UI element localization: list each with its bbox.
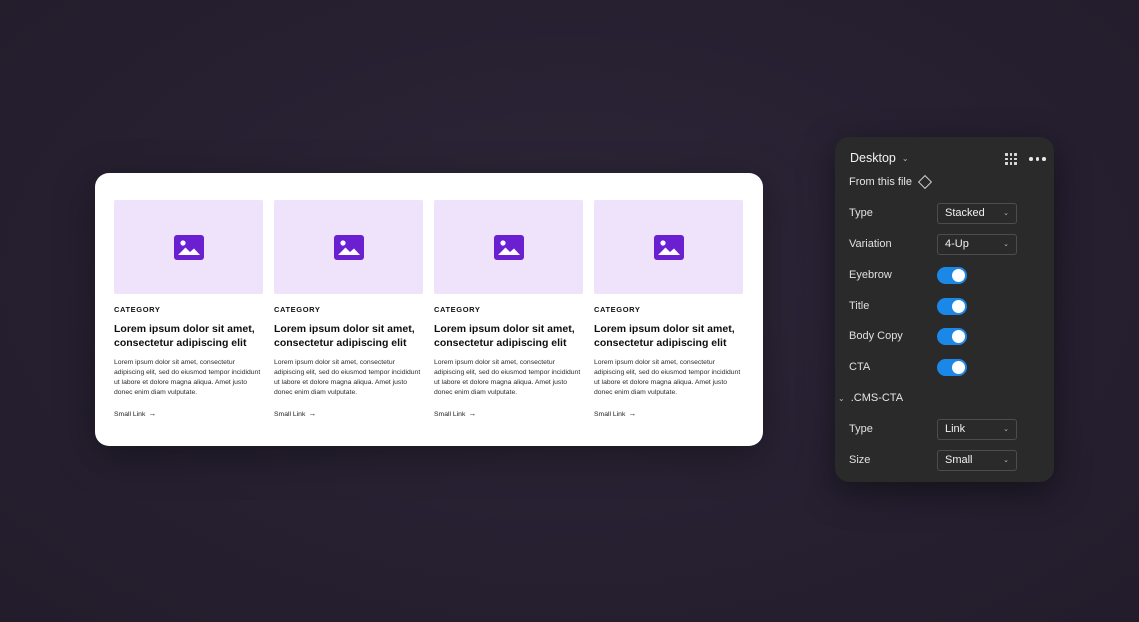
prop-row-cta: CTA xyxy=(849,356,1039,378)
select-value: Link xyxy=(945,423,966,435)
title-toggle[interactable] xyxy=(937,297,967,315)
card-body: Lorem ipsum dolor sit amet, consectetur … xyxy=(274,359,421,396)
prop-row-cta-type: Type Link ⌄ xyxy=(849,418,1039,440)
section-cms-cta[interactable]: ⌄ .CMS-CTA xyxy=(838,392,903,404)
variation-select[interactable]: 4-Up ⌄ xyxy=(937,233,1017,255)
prop-label: Size xyxy=(849,454,871,466)
card-title: Lorem ipsum dolor sit amet, consectetur … xyxy=(114,323,255,349)
prop-label: Title xyxy=(849,300,870,312)
chevron-down-icon: ⌄ xyxy=(1003,426,1009,433)
toggle-knob xyxy=(952,299,965,313)
card-link[interactable]: Small Link → xyxy=(434,410,583,418)
card-eyebrow: CATEGORY xyxy=(114,305,161,314)
card-body: Lorem ipsum dolor sit amet, consectetur … xyxy=(114,359,261,396)
toggle-knob xyxy=(952,329,965,343)
image-placeholder xyxy=(594,200,743,294)
panel-title: Desktop xyxy=(850,151,896,165)
card-link-label: Small Link xyxy=(114,410,146,418)
card-title: Lorem ipsum dolor sit amet, consectetur … xyxy=(274,323,415,349)
source-row[interactable]: From this file xyxy=(849,174,933,190)
chevron-down-icon: ⌄ xyxy=(1003,210,1009,217)
arrow-right-icon: → xyxy=(468,409,477,418)
image-placeholder xyxy=(434,200,583,294)
prop-label: Variation xyxy=(849,238,892,250)
card[interactable]: CATEGORY Lorem ipsum dolor sit amet, con… xyxy=(594,200,743,418)
cta-type-select[interactable]: Link ⌄ xyxy=(937,418,1017,440)
toggle-knob xyxy=(952,360,965,374)
chevron-down-icon: ⌄ xyxy=(1003,457,1009,464)
card-body: Lorem ipsum dolor sit amet, consectetur … xyxy=(594,359,741,396)
arrow-right-icon: → xyxy=(628,409,637,418)
cta-size-select[interactable]: Small ⌄ xyxy=(937,449,1017,471)
select-value: Small xyxy=(945,454,973,466)
card-title: Lorem ipsum dolor sit amet, consectetur … xyxy=(434,323,575,349)
prop-row-variation: Variation 4-Up ⌄ xyxy=(849,233,1039,255)
card-eyebrow: CATEGORY xyxy=(274,305,321,314)
card-link-label: Small Link xyxy=(434,410,466,418)
card-link[interactable]: Small Link → xyxy=(114,410,263,418)
properties-panel: Desktop ⌄ From this file Type Stacked ⌄ … xyxy=(835,137,1054,482)
source-label: From this file xyxy=(849,176,912,188)
prop-row-title: Title xyxy=(849,295,1039,317)
card[interactable]: CATEGORY Lorem ipsum dolor sit amet, con… xyxy=(114,200,263,418)
component-preview[interactable]: CATEGORY Lorem ipsum dolor sit amet, con… xyxy=(95,173,763,446)
card-link[interactable]: Small Link → xyxy=(594,410,743,418)
image-icon xyxy=(493,234,524,260)
prop-label: Body Copy xyxy=(849,330,903,342)
toggle-knob xyxy=(952,268,965,282)
chevron-down-icon: ⌄ xyxy=(1003,241,1009,248)
body-copy-toggle[interactable] xyxy=(937,327,967,345)
component-grid-icon[interactable] xyxy=(1005,153,1017,165)
chevron-down-icon: ⌄ xyxy=(901,153,909,163)
card-title: Lorem ipsum dolor sit amet, consectetur … xyxy=(594,323,735,349)
select-value: Stacked xyxy=(945,207,985,219)
panel-header[interactable]: Desktop ⌄ xyxy=(850,151,909,165)
image-icon xyxy=(653,234,684,260)
card-link-label: Small Link xyxy=(274,410,306,418)
card-eyebrow: CATEGORY xyxy=(434,305,481,314)
canvas-background: CATEGORY Lorem ipsum dolor sit amet, con… xyxy=(0,0,1139,622)
prop-label: Type xyxy=(849,207,873,219)
prop-label: CTA xyxy=(849,361,871,373)
type-select[interactable]: Stacked ⌄ xyxy=(937,202,1017,224)
eyebrow-toggle[interactable] xyxy=(937,266,967,284)
select-value: 4-Up xyxy=(945,238,969,250)
image-icon xyxy=(173,234,204,260)
prop-row-eyebrow: Eyebrow xyxy=(849,264,1039,286)
section-title: .CMS-CTA xyxy=(850,392,904,404)
prop-row-body-copy: Body Copy xyxy=(849,325,1039,347)
card[interactable]: CATEGORY Lorem ipsum dolor sit amet, con… xyxy=(434,200,583,418)
arrow-right-icon: → xyxy=(148,409,157,418)
arrow-right-icon: → xyxy=(308,409,317,418)
image-icon xyxy=(333,234,364,260)
prop-row-cta-size: Size Small ⌄ xyxy=(849,449,1039,471)
card-body: Lorem ipsum dolor sit amet, consectetur … xyxy=(434,359,581,396)
card-link[interactable]: Small Link → xyxy=(274,410,423,418)
image-placeholder xyxy=(274,200,423,294)
more-options-icon[interactable] xyxy=(1029,157,1046,161)
card-eyebrow: CATEGORY xyxy=(594,305,641,314)
prop-row-type: Type Stacked ⌄ xyxy=(849,202,1039,224)
cta-toggle[interactable] xyxy=(937,358,967,376)
component-diamond-icon xyxy=(917,174,933,190)
prop-label: Type xyxy=(849,423,873,435)
chevron-down-icon: ⌄ xyxy=(838,393,845,403)
image-placeholder xyxy=(114,200,263,294)
card-link-label: Small Link xyxy=(594,410,626,418)
prop-label: Eyebrow xyxy=(849,269,892,281)
card[interactable]: CATEGORY Lorem ipsum dolor sit amet, con… xyxy=(274,200,423,418)
